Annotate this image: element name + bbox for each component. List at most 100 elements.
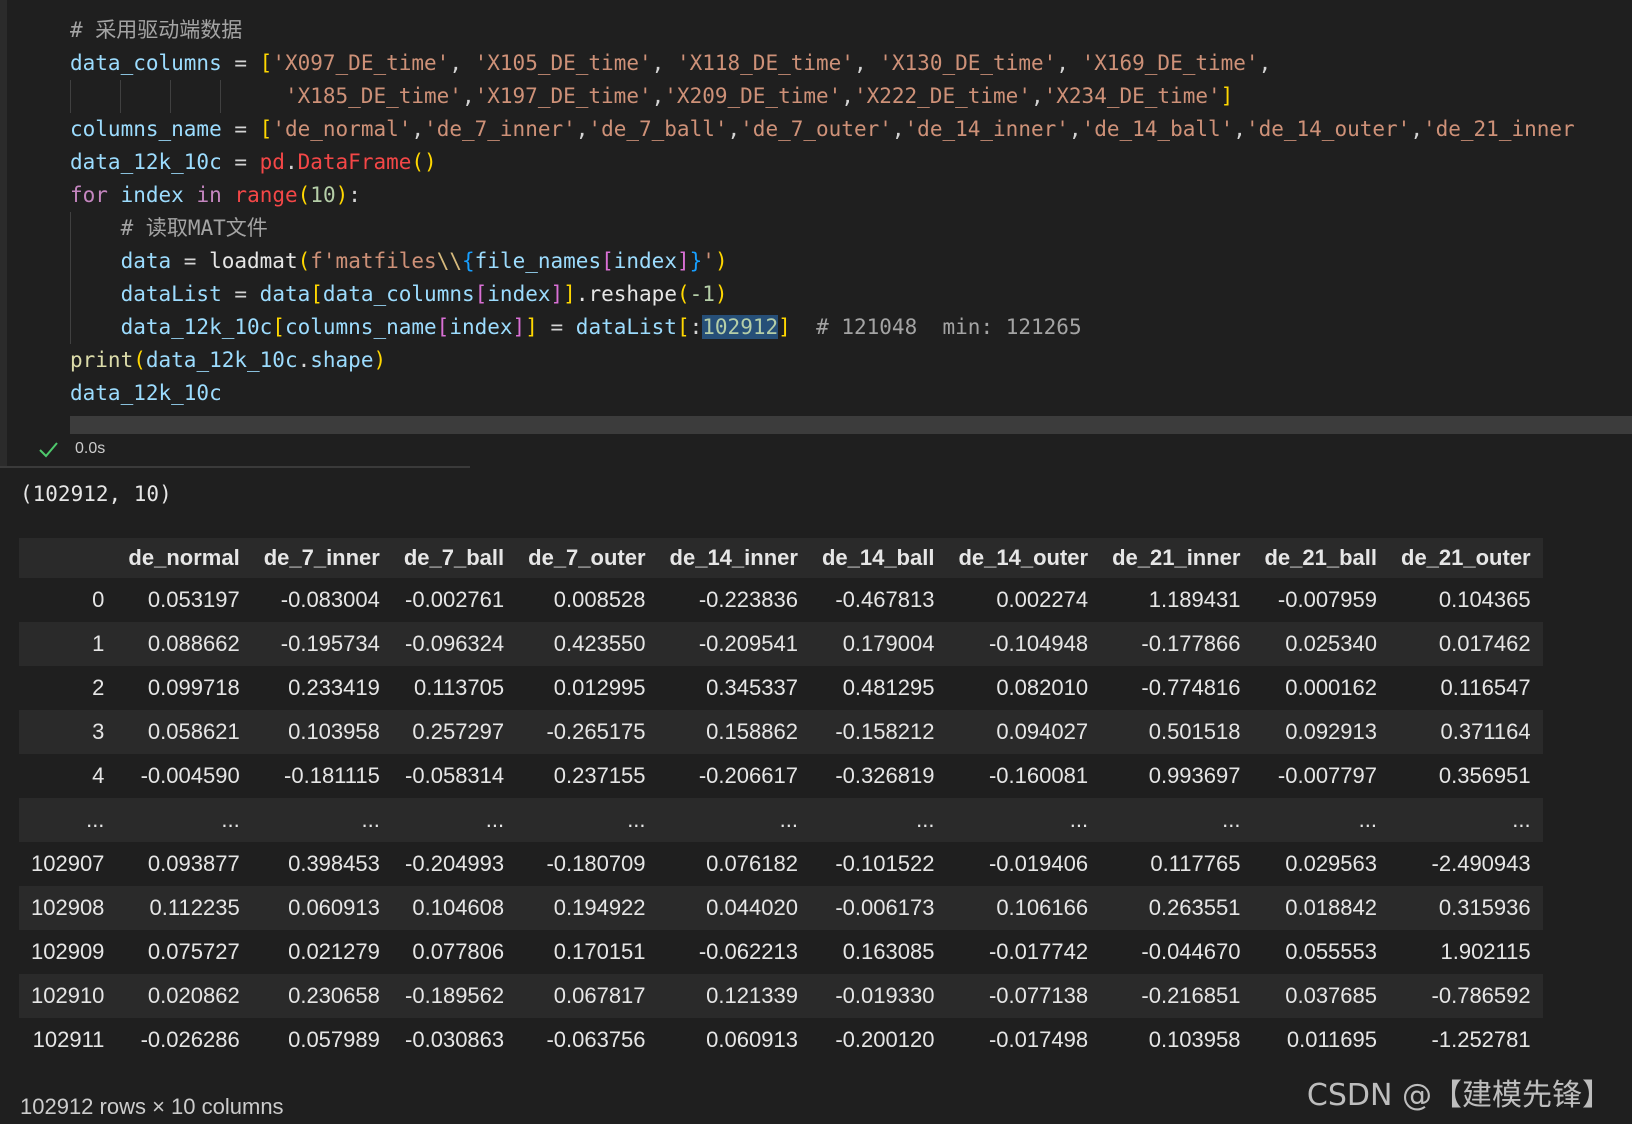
code-cell[interactable]: # 采用驱动端数据 data_columns = ['X097_DE_time',… xyxy=(0,0,1632,468)
table-cell: -0.101522 xyxy=(809,842,947,886)
table-cell: 0.104365 xyxy=(1389,578,1543,622)
code-line[interactable]: for index in range(10): xyxy=(70,179,1575,212)
table-cell: -0.030863 xyxy=(391,1018,517,1062)
table-cell: 0.237155 xyxy=(516,754,658,798)
column-header: de_14_inner xyxy=(657,538,810,578)
table-cell: ... xyxy=(657,798,810,842)
rows-columns-summary: 102912 rows × 10 columns xyxy=(20,1094,284,1119)
code-line[interactable]: columns_name = ['de_normal','de_7_inner'… xyxy=(70,113,1575,146)
table-cell: -0.195734 xyxy=(251,622,392,666)
table-cell: -0.002761 xyxy=(391,578,517,622)
table-cell: 0.315936 xyxy=(1389,886,1543,930)
indent-guide xyxy=(70,212,71,245)
code-token: index xyxy=(487,282,551,306)
code-token: 'de_14_outer' xyxy=(1245,117,1411,141)
table-cell: 0.103958 xyxy=(1100,1018,1253,1062)
code-token: = xyxy=(171,249,210,273)
row-index: 102907 xyxy=(19,842,117,886)
code-token: , xyxy=(727,117,741,141)
code-line[interactable]: data_columns = ['X097_DE_time', 'X105_DE… xyxy=(70,47,1575,80)
code-token: , xyxy=(651,84,665,108)
table-cell: 0.021279 xyxy=(251,930,392,974)
code-token: ) xyxy=(714,282,728,306)
indent-guide xyxy=(120,80,121,113)
table-row: ................................. xyxy=(19,798,1543,842)
code-token: dataList xyxy=(120,282,222,306)
code-token: , xyxy=(1410,117,1423,141)
table-cell: -0.026286 xyxy=(116,1018,252,1062)
row-index: 102911 xyxy=(19,1018,117,1062)
table-cell: -0.058314 xyxy=(391,754,517,798)
code-token: [ xyxy=(436,315,450,339)
column-header: de_normal xyxy=(116,538,252,578)
table-cell: 0.020862 xyxy=(116,974,252,1018)
code-token: = xyxy=(221,51,260,75)
code-line[interactable]: data = loadmat(f'matfiles\\{file_names[i… xyxy=(70,245,1575,278)
table-cell: ... xyxy=(1252,798,1389,842)
code-token: = xyxy=(221,117,260,141)
table-row: 102908 0.112235 0.060913 0.104608 0.194922 0.… xyxy=(19,886,1543,930)
code-token: data_12k_10c xyxy=(120,315,273,339)
code-token: , xyxy=(411,117,425,141)
code-line[interactable]: data_12k_10c = pd.DataFrame() xyxy=(70,146,1575,179)
code-line[interactable]: data_12k_10c xyxy=(70,377,1575,410)
code-token: 'X234_DE_time' xyxy=(1043,84,1221,108)
column-header: de_21_inner xyxy=(1100,538,1253,578)
code-token: -1 xyxy=(689,282,715,306)
code-token: : xyxy=(348,183,361,207)
table-cell: -1.252781 xyxy=(1389,1018,1543,1062)
code-line[interactable]: print(data_12k_10c.shape) xyxy=(70,344,1575,377)
code-line[interactable]: data_12k_10c[columns_name[index]] = data… xyxy=(70,311,1575,344)
code-token: \\ xyxy=(436,249,462,273)
column-header: de_7_ball xyxy=(391,538,517,578)
code-token: 'X185_DE_time' xyxy=(284,84,462,108)
table-cell: -2.490943 xyxy=(1389,842,1543,886)
table-cell: ... xyxy=(946,798,1101,842)
code-token: f'matfiles xyxy=(310,249,437,273)
row-index: 102909 xyxy=(19,930,117,974)
code-token: ( xyxy=(297,249,311,273)
table-cell: 0.345337 xyxy=(657,666,810,710)
row-index: 1 xyxy=(19,622,117,666)
table-cell: 0.103958 xyxy=(251,710,392,754)
table-cell: 0.423550 xyxy=(516,622,658,666)
code-token: 'X222_DE_time' xyxy=(853,84,1031,108)
code-line[interactable]: # 读取MAT文件 xyxy=(70,212,1575,245)
code-line[interactable]: dataList = data[data_columns[index]].res… xyxy=(70,278,1575,311)
code-line[interactable]: # 采用驱动端数据 xyxy=(70,14,1575,47)
code-token: = xyxy=(537,315,576,339)
code-token: data_12k_10c xyxy=(70,381,222,405)
code-editor[interactable]: # 采用驱动端数据 data_columns = ['X097_DE_time',… xyxy=(70,14,1575,410)
code-token: , xyxy=(891,117,905,141)
code-line[interactable]: 'X185_DE_time','X197_DE_time','X209_DE_t… xyxy=(70,80,1575,113)
code-token: 'X118_DE_time' xyxy=(676,51,854,75)
code-token: ( xyxy=(676,282,690,306)
table-cell: 0.257297 xyxy=(391,710,517,754)
code-token: # 读取MAT文件 xyxy=(120,216,268,240)
code-token: , xyxy=(841,84,854,108)
table-cell: -0.104948 xyxy=(946,622,1101,666)
code-token: [ xyxy=(310,282,323,306)
table-cell: 0.116547 xyxy=(1389,666,1543,710)
code-token: ] xyxy=(550,282,564,306)
table-cell: -0.063756 xyxy=(516,1018,658,1062)
code-token: for xyxy=(70,183,108,207)
check-icon xyxy=(39,442,58,458)
indent-guide xyxy=(70,80,71,113)
code-token: , xyxy=(1233,117,1246,141)
code-token: 'de_14_inner' xyxy=(904,117,1069,141)
table-cell: 0.017462 xyxy=(1389,622,1543,666)
code-token: [ xyxy=(272,315,285,339)
table-row: 2 0.099718 0.233419 0.113705 0.012995 0.34533… xyxy=(19,666,1543,710)
code-token: .reshape xyxy=(575,282,677,306)
code-token: , xyxy=(449,51,475,75)
code-token: ) xyxy=(335,183,349,207)
code-token: . xyxy=(284,150,298,174)
table-cell: ... xyxy=(1389,798,1543,842)
table-cell: 0.233419 xyxy=(251,666,392,710)
table-cell: 0.018842 xyxy=(1252,886,1389,930)
